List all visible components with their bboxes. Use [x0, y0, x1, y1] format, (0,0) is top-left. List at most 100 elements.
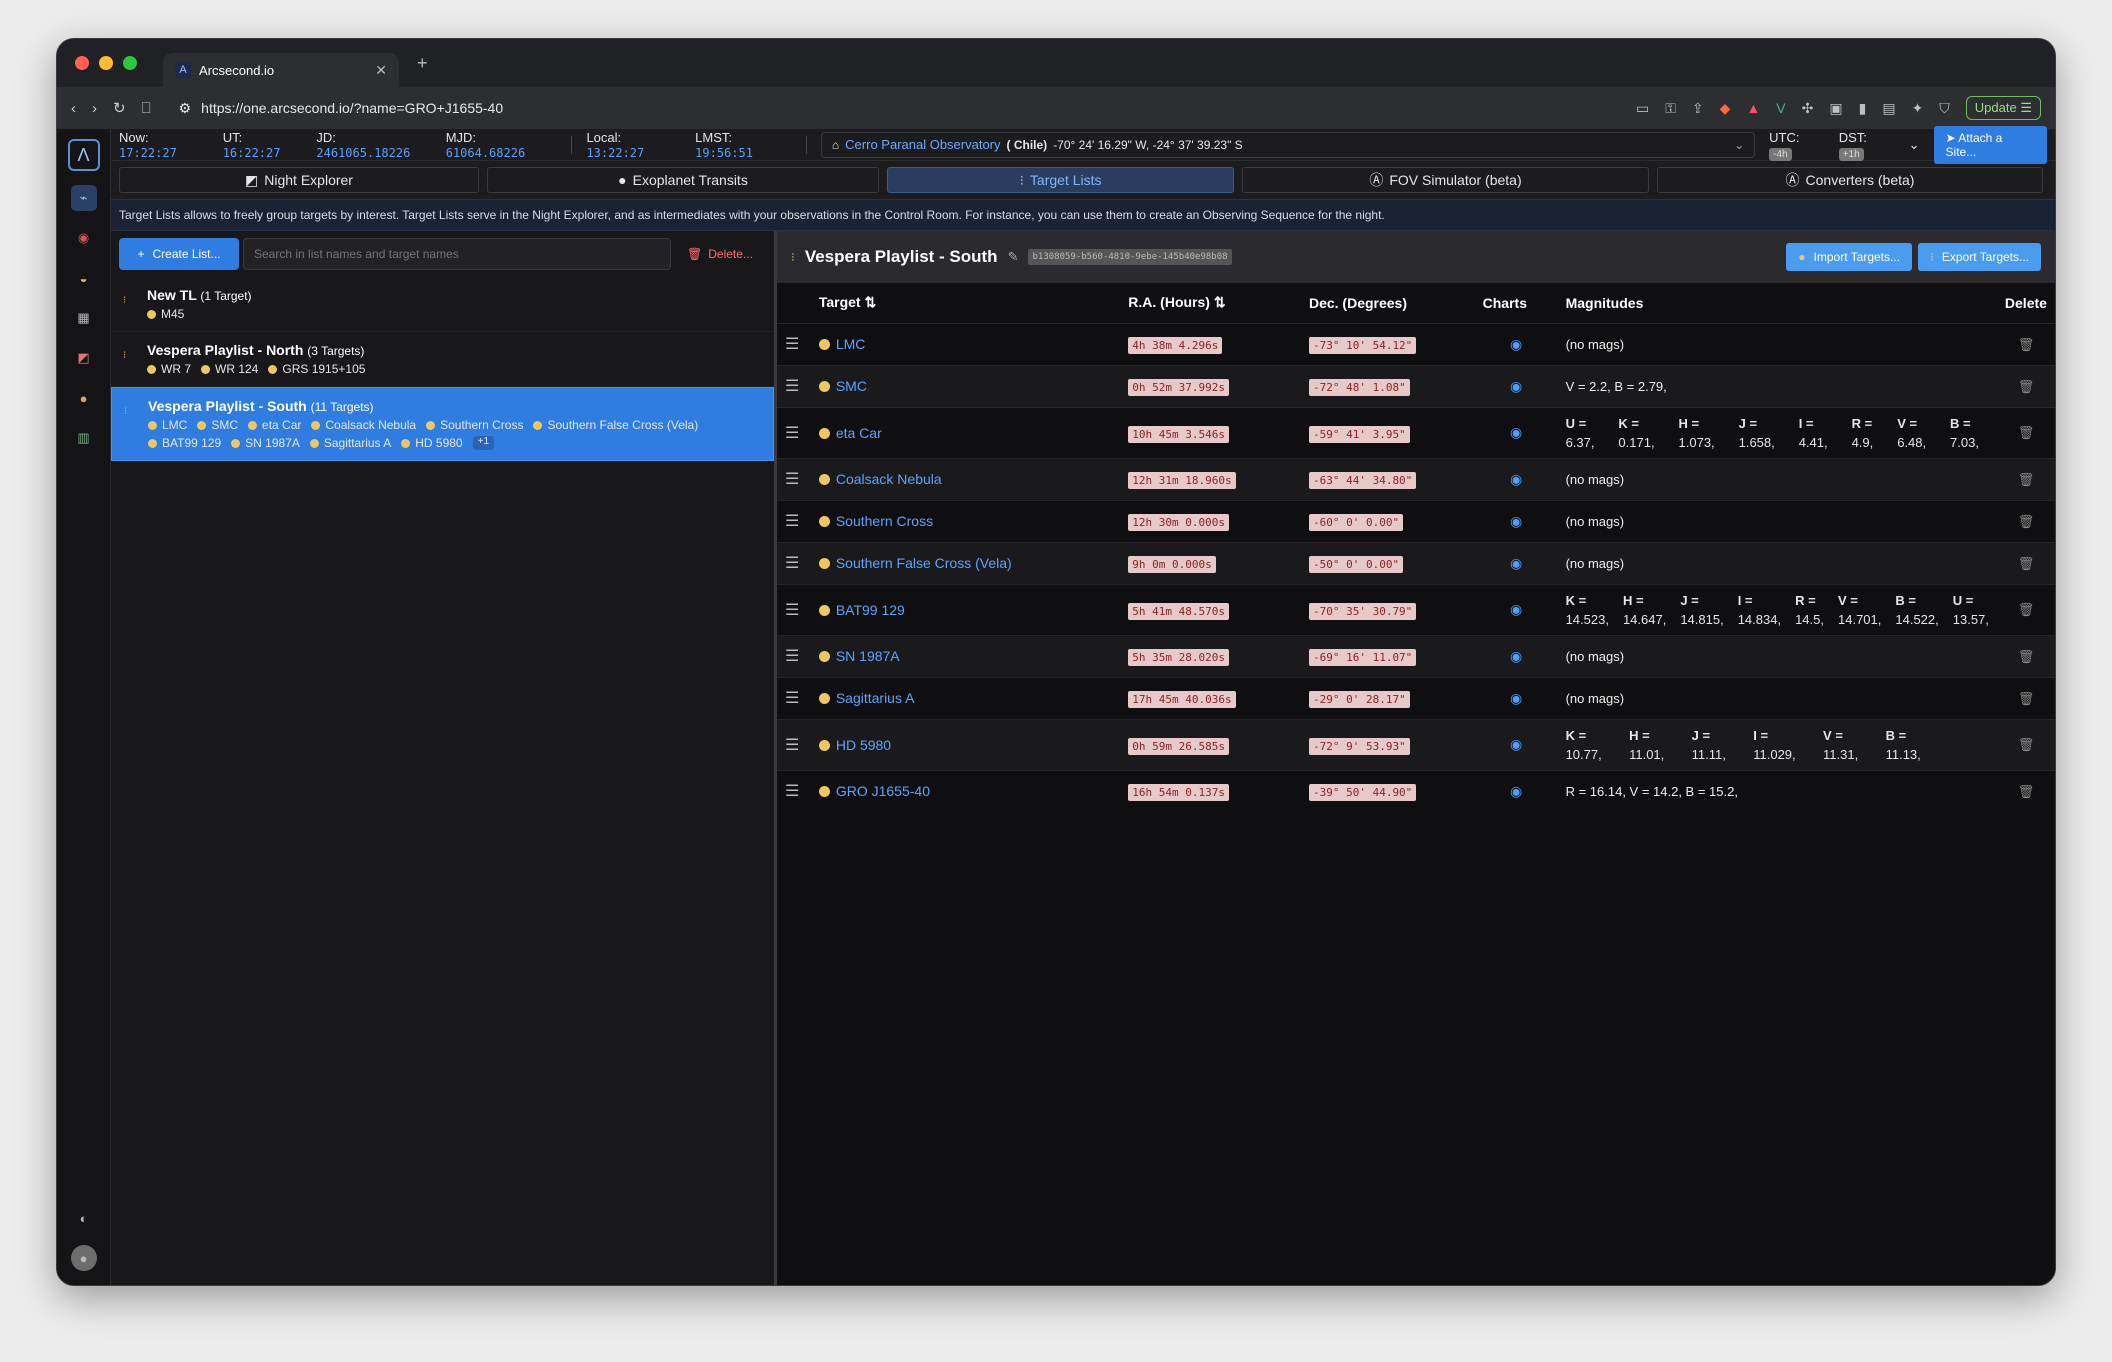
- vpn-icon[interactable]: ⛉: [1939, 100, 1950, 117]
- trash-icon[interactable]: 🗑: [2018, 472, 2035, 487]
- browser-tab[interactable]: A Arcsecond.io ✕: [163, 53, 399, 87]
- drag-handle-icon[interactable]: ☰: [785, 336, 799, 353]
- target-link[interactable]: BAT99 129: [819, 602, 905, 618]
- zoom-window-button[interactable]: [123, 56, 137, 70]
- update-button[interactable]: Update ☰: [1965, 96, 2041, 120]
- planner-icon[interactable]: ⌁: [70, 185, 97, 211]
- list-item[interactable]: ⁝ Vespera Playlist - North (3 Targets) W…: [111, 332, 774, 387]
- trash-icon[interactable]: 🗑: [2018, 737, 2035, 752]
- target-link[interactable]: Southern False Cross (Vela): [819, 555, 1012, 571]
- site-selector[interactable]: ⌂ Cerro Paranal Observatory ( Chile) -70…: [820, 131, 1756, 158]
- target-link[interactable]: SMC: [819, 378, 867, 394]
- wallet-icon[interactable]: ▤: [1882, 100, 1895, 117]
- attach-site-button[interactable]: ➤ Attach a Site...: [1933, 125, 2047, 164]
- brave-shield-icon[interactable]: ◆: [1720, 100, 1731, 117]
- screenshot-icon[interactable]: ▣: [1829, 100, 1842, 117]
- forward-icon[interactable]: ›: [92, 100, 97, 117]
- vue-devtools-icon[interactable]: V: [1776, 100, 1785, 116]
- tab-exoplanet-transits[interactable]: ● Exoplanet Transits: [487, 167, 879, 193]
- eye-icon[interactable]: ◉: [1510, 378, 1522, 394]
- notebook-icon[interactable]: ◩: [71, 345, 97, 371]
- target-link[interactable]: GRO J1655-40: [819, 783, 930, 799]
- list-item-selected[interactable]: ⁝ Vespera Playlist - South (11 Targets) …: [111, 387, 774, 461]
- target-link[interactable]: SN 1987A: [819, 648, 900, 664]
- sidebar-icon[interactable]: ▮: [1859, 100, 1867, 117]
- close-window-button[interactable]: [75, 56, 89, 70]
- arcsecond-logo[interactable]: Λ: [67, 139, 100, 171]
- drag-handle-icon[interactable]: ☰: [785, 783, 799, 800]
- drag-handle-icon[interactable]: ☰: [785, 513, 799, 530]
- telescope-icon[interactable]: ◒: [71, 265, 97, 291]
- trash-icon[interactable]: 🗑: [2018, 425, 2035, 440]
- magnitude: I = 4.41,: [1798, 415, 1828, 450]
- search-input[interactable]: [243, 238, 671, 270]
- leo-ai-icon[interactable]: ✦: [1912, 100, 1924, 117]
- trash-icon[interactable]: 🗑: [2018, 337, 2035, 352]
- minimize-window-button[interactable]: [99, 56, 113, 70]
- back-icon[interactable]: ‹: [71, 100, 76, 117]
- data-icon[interactable]: ▥: [71, 425, 97, 451]
- trash-icon[interactable]: 🗑: [2018, 691, 2035, 706]
- extensions-icon[interactable]: ✣: [1802, 100, 1814, 117]
- tab-converters[interactable]: Ⓐ Converters (beta): [1657, 167, 2043, 193]
- col-ra[interactable]: R.A. (Hours) ⇅: [1120, 283, 1301, 323]
- tab-night-explorer[interactable]: ◩ Night Explorer: [119, 167, 479, 193]
- eye-icon[interactable]: ◉: [1510, 471, 1522, 487]
- drag-handle-icon[interactable]: ☰: [785, 602, 799, 619]
- target-link[interactable]: Coalsack Nebula: [819, 471, 942, 487]
- avatar[interactable]: ●: [70, 1245, 97, 1271]
- edit-icon[interactable]: ✎: [1008, 249, 1019, 265]
- import-targets-button[interactable]: ● Import Targets...: [1786, 243, 1913, 271]
- trash-icon[interactable]: 🗑: [2018, 602, 2035, 617]
- target-link[interactable]: Southern Cross: [819, 513, 933, 529]
- delete-list-button[interactable]: 🗑 Delete...: [687, 247, 753, 261]
- share-icon[interactable]: ⇪: [1692, 100, 1704, 117]
- timezone-chevron-icon[interactable]: ⌄: [1909, 137, 1920, 153]
- new-tab-button[interactable]: +: [417, 53, 428, 74]
- address-bar[interactable]: ⚙ https://one.arcsecond.io/?name=GRO+J16…: [179, 100, 504, 117]
- trash-icon[interactable]: 🗑: [2018, 556, 2035, 571]
- drag-handle-icon[interactable]: ☰: [785, 425, 799, 442]
- key-icon[interactable]: ⚿: [1665, 100, 1676, 117]
- drag-handle-icon[interactable]: ☰: [785, 648, 799, 665]
- col-target[interactable]: Target ⇅: [810, 283, 1121, 323]
- observatory-icon[interactable]: ◉: [71, 225, 97, 251]
- eye-icon[interactable]: ◉: [1510, 690, 1522, 706]
- eye-icon[interactable]: ◉: [1510, 424, 1522, 440]
- theme-toggle-icon[interactable]: ◐: [71, 1205, 97, 1231]
- cast-icon[interactable]: ▭: [1636, 100, 1649, 117]
- export-targets-button[interactable]: ⁝ Export Targets...: [1918, 243, 2041, 271]
- eye-icon[interactable]: ◉: [1510, 555, 1522, 571]
- drag-handle-icon[interactable]: ☰: [785, 555, 799, 572]
- target-link[interactable]: Sagittarius A: [819, 690, 915, 706]
- drag-handle-icon[interactable]: ☰: [785, 737, 799, 754]
- eye-icon[interactable]: ◉: [1510, 648, 1522, 664]
- trash-icon[interactable]: 🗑: [2018, 784, 2035, 799]
- tab-fov-simulator[interactable]: Ⓐ FOV Simulator (beta): [1242, 167, 1649, 193]
- ra-value: 10h 45m 3.546s: [1128, 425, 1229, 443]
- target-link[interactable]: LMC: [819, 336, 866, 352]
- tab-target-lists[interactable]: ⁝ Target Lists: [887, 167, 1234, 193]
- target-link[interactable]: eta Car: [819, 425, 882, 441]
- close-tab-icon[interactable]: ✕: [375, 62, 387, 79]
- drag-handle-icon[interactable]: ☰: [785, 690, 799, 707]
- eye-icon[interactable]: ◉: [1510, 513, 1522, 529]
- rewards-icon[interactable]: ▲: [1746, 100, 1760, 116]
- eye-icon[interactable]: ◉: [1510, 601, 1522, 617]
- target-link[interactable]: HD 5980: [819, 737, 891, 753]
- eye-icon[interactable]: ◉: [1510, 783, 1522, 799]
- trash-icon[interactable]: 🗑: [2018, 379, 2035, 394]
- archive-icon[interactable]: ▦: [71, 305, 97, 331]
- trash-icon[interactable]: 🗑: [2018, 514, 2035, 529]
- eye-icon[interactable]: ◉: [1510, 736, 1522, 752]
- drag-handle-icon[interactable]: ☰: [785, 378, 799, 395]
- eye-icon[interactable]: ◉: [1510, 336, 1522, 352]
- reload-icon[interactable]: ↻: [113, 99, 126, 117]
- site-settings-icon[interactable]: ⚙: [179, 100, 192, 117]
- bookmark-icon[interactable]: ⎕: [142, 100, 151, 117]
- drag-handle-icon[interactable]: ☰: [785, 471, 799, 488]
- trash-icon[interactable]: 🗑: [2018, 649, 2035, 664]
- list-item[interactable]: ⁝ New TL (1 Target) M45: [111, 277, 774, 332]
- exoplanet-icon[interactable]: ●: [71, 385, 97, 411]
- create-list-button[interactable]: + Create List...: [119, 238, 239, 270]
